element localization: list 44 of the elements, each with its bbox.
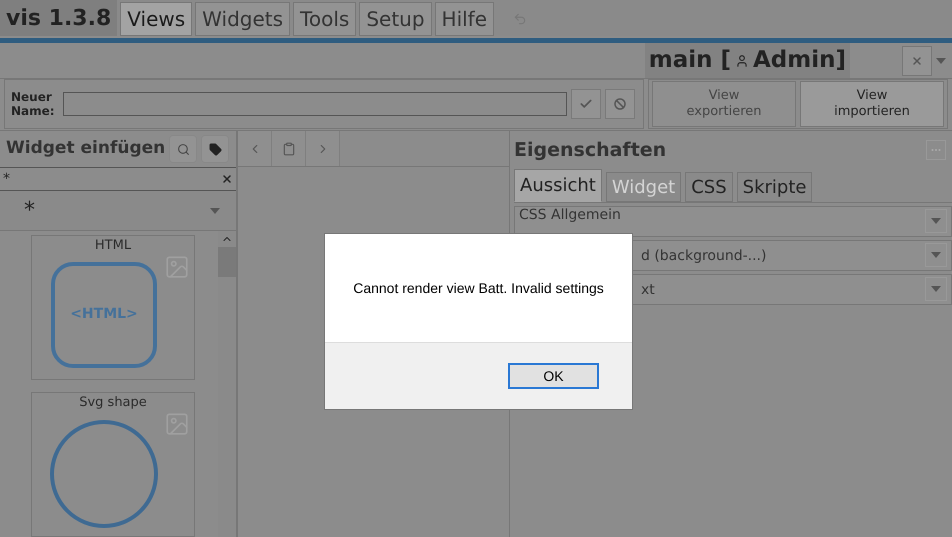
caret-icon [931,252,941,258]
more-button[interactable] [926,140,946,160]
confirm-button[interactable] [571,89,601,120]
widget-card[interactable]: Svg shape [31,392,195,537]
ban-icon [614,98,626,110]
user-name: Admin] [753,46,846,76]
widget-name: HTML [94,237,132,255]
rename-label: Neuer Name: [11,90,56,118]
property-tab[interactable]: CSS [685,172,733,202]
view-name: main [ [648,46,731,76]
section-header[interactable]: CSS Allgemein [514,206,952,237]
menu-tab[interactable]: Views [120,2,192,36]
tag-button[interactable] [201,135,230,163]
search-icon [176,142,190,156]
user-icon [735,54,749,68]
filter-value: * [3,170,10,188]
panel-title: Eigenschaften [514,138,666,163]
view-button[interactable]: View exportieren [652,81,796,128]
cancel-button[interactable] [605,89,635,120]
caret-icon [936,58,946,64]
tag-icon [208,142,222,156]
menu-tab[interactable]: Tools [293,2,356,36]
widget-card[interactable]: HTML <HTML> [31,235,195,380]
panel-title: Widget einfügen [6,137,166,160]
clipboard-icon [282,142,296,156]
property-tab[interactable]: Skripte [736,172,812,202]
app-title: vis 1.3.8 [0,0,118,36]
caret-icon [210,208,220,214]
view-button[interactable]: View importieren [800,81,944,128]
widget-name: Svg shape [79,394,147,412]
menu-tab[interactable]: Hilfe [434,2,494,36]
menu-tab[interactable]: Widgets [195,2,290,36]
property-tab[interactable]: Aussicht [514,169,602,202]
clear-icon[interactable] [221,173,233,185]
name-input[interactable] [63,92,567,116]
search-button[interactable] [169,135,198,163]
html-preview: <HTML> [51,262,157,368]
menu-tab[interactable]: Setup [359,2,432,36]
close-icon [911,54,923,67]
caret-icon [931,286,941,292]
caret-icon [931,218,941,224]
filter-field[interactable]: * [0,167,236,191]
close-button[interactable] [902,46,932,76]
ok-button[interactable]: OK [508,363,599,389]
